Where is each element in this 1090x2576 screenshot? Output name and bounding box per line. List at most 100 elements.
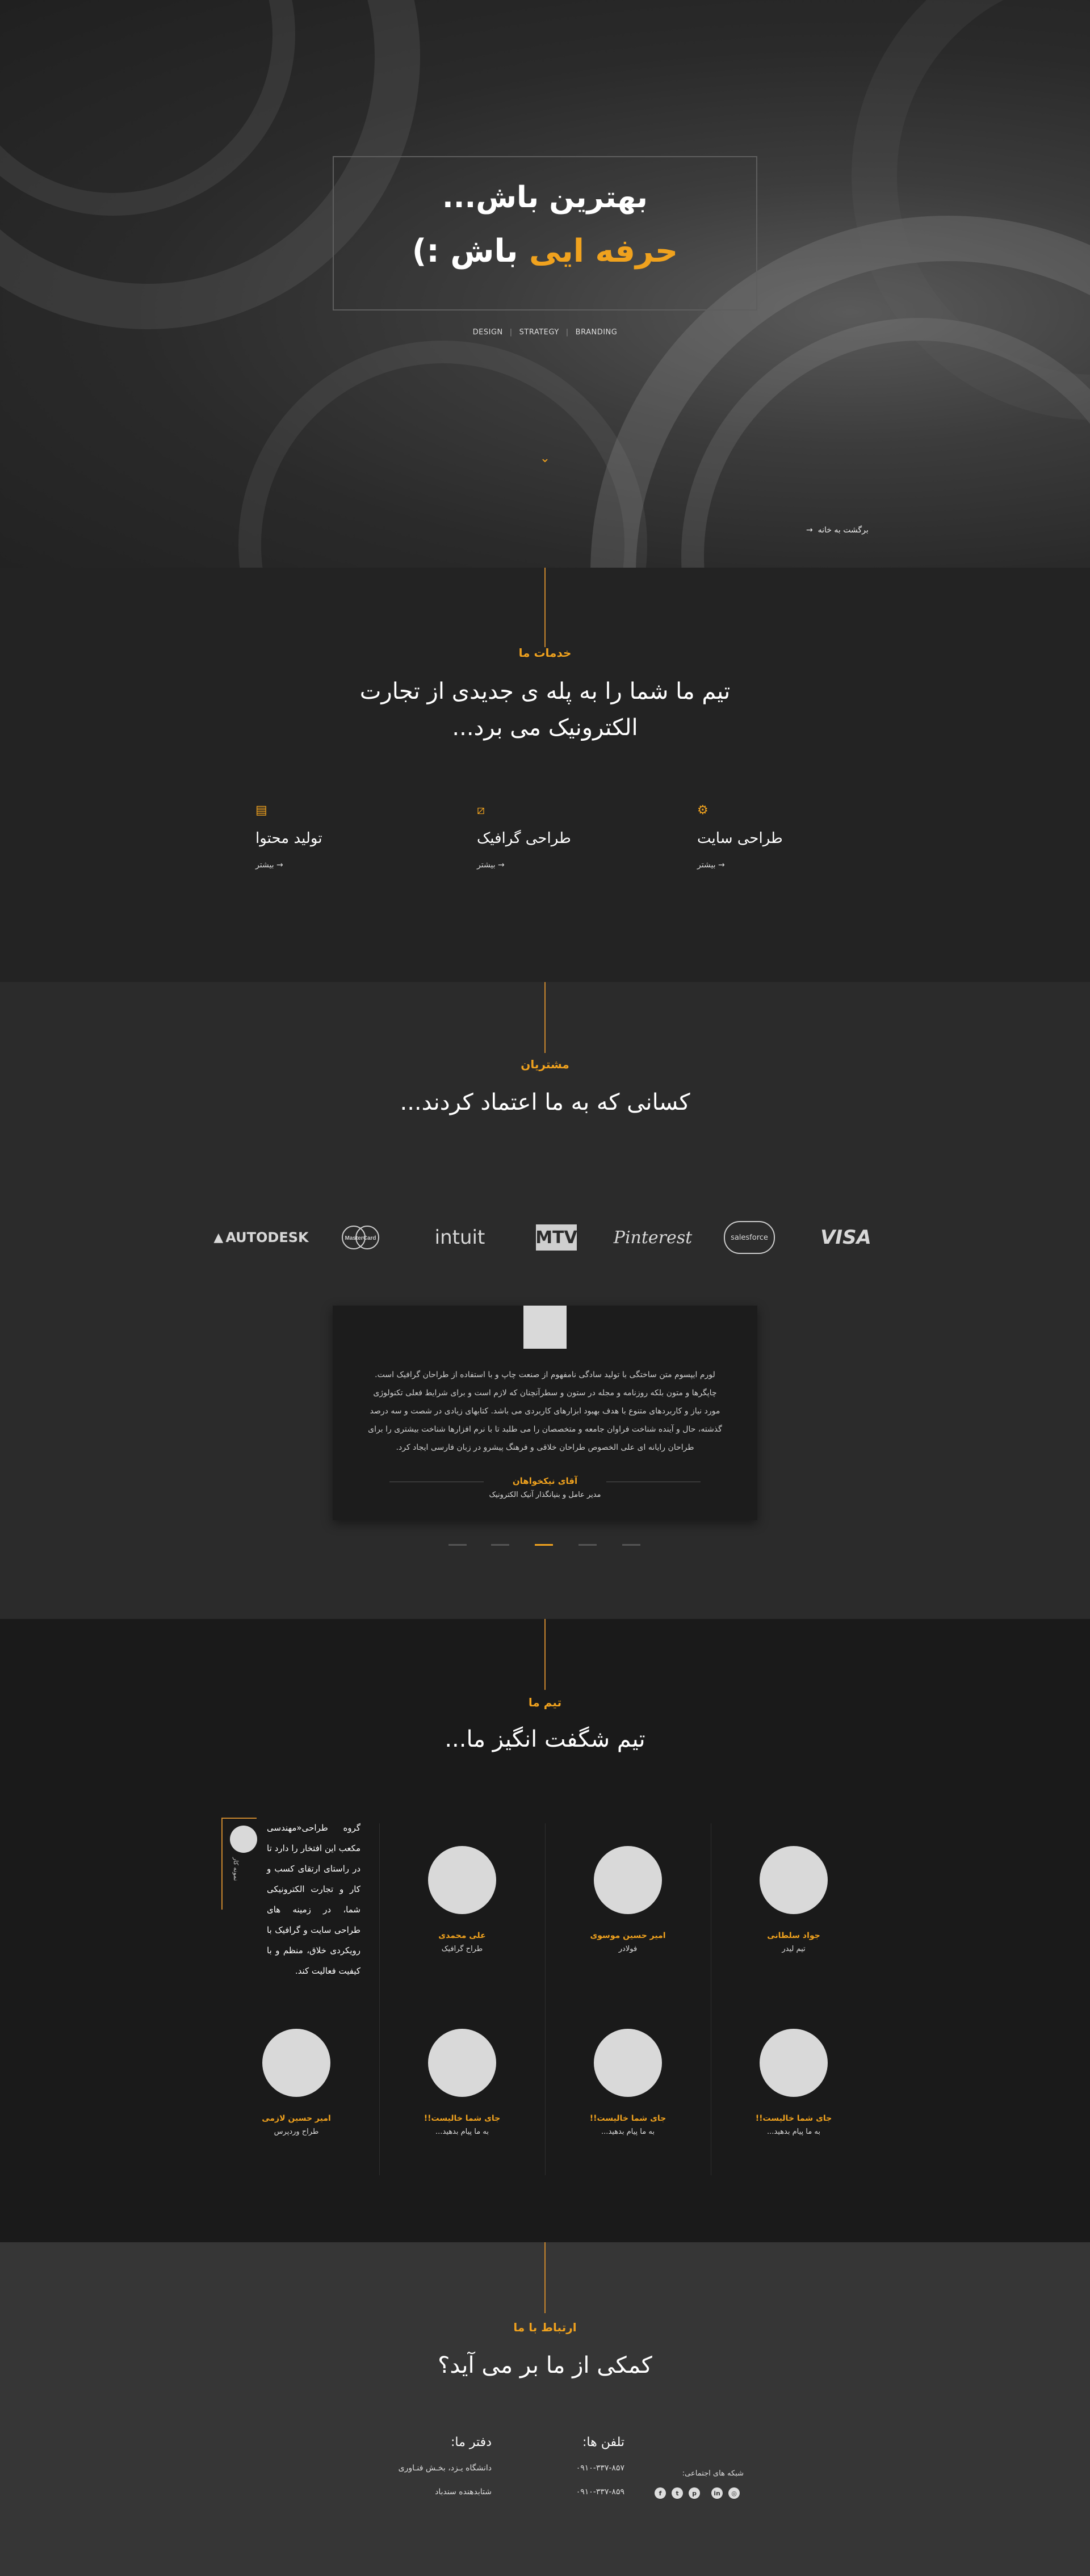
avatar [760, 2029, 828, 2097]
testimonial-text: لورم ایپسوم متن ساختگی با تولید سادگی نا… [368, 1370, 722, 1452]
member-role: طراح گرافیک [441, 1945, 483, 1953]
pinterest-logo[interactable]: Pinterest [613, 1215, 693, 1260]
tag-strategy: STRATEGY [519, 328, 559, 337]
tag-branding: BRANDING [575, 328, 618, 337]
autodesk-logo[interactable]: ▲ AUTODESK [213, 1215, 308, 1260]
back-to-home-label: برگشت به خانه [818, 526, 869, 535]
section-divider-line [544, 1619, 546, 1690]
phones-title: تلفن ها: [582, 2435, 624, 2449]
client-logos: ▲ AUTODESK MasterCard intuit MTV Pinteres… [213, 1215, 874, 1260]
service-more-link[interactable]: بیشتر → [255, 861, 403, 870]
facebook-icon[interactable]: f [655, 2487, 666, 2499]
member-role: فولادر [618, 1945, 638, 1953]
team-member-card[interactable]: جای شما خالیست!! به ما پیام بدهید... [545, 2029, 711, 2210]
service-title: طراحی سایت [697, 830, 783, 847]
background-arch [238, 341, 647, 568]
carousel-dot[interactable] [448, 1544, 467, 1546]
chevron-down-icon[interactable]: ⌄ [538, 451, 552, 465]
service-more-label: بیشتر [697, 861, 716, 870]
carousel-dot-active[interactable] [535, 1544, 553, 1546]
contact-section: ارتباط با ما کمکی از ما بر می آید؟ تلفن … [0, 2242, 1090, 2576]
service-more-link[interactable]: بیشتر → [697, 861, 845, 870]
salesforce-logo[interactable]: salesforce [721, 1215, 778, 1260]
graphic-design-icon: ⧄ [477, 803, 485, 817]
member-role: به ما پیام بدهید... [767, 2128, 820, 2136]
services-section: خدمات ما تیم ما شما را به پله ی جدیدی از… [0, 568, 1090, 982]
hero-title-line2: حرفه ایی باش :) [333, 233, 757, 270]
pinterest-icon[interactable]: p [689, 2487, 700, 2499]
service-title: تولید محتوا [255, 830, 322, 847]
contact-label: ارتباط با ما [513, 2321, 577, 2334]
avatar [760, 1846, 828, 1914]
hero-title-highlight: حرفه ایی [529, 233, 678, 270]
arrow-right-icon: → [498, 861, 505, 870]
hero-title-line1: بهترین باش... [442, 181, 648, 215]
linkedin-icon[interactable]: in [711, 2487, 723, 2499]
phone-number[interactable]: ۰۹۱۰-۳۳۷-۸۵۹ [568, 2487, 624, 2497]
section-divider-line [544, 2242, 546, 2313]
avatar [230, 1826, 257, 1853]
team-member-card[interactable]: جای شما خالیست!! به ما پیام بدهید... [711, 2029, 877, 2210]
back-to-home-link[interactable]: → برگشت به خانه [806, 526, 869, 535]
testimonial-role: مدیر عامل و بنیانگذار آنیک الکترونیک [489, 1491, 601, 1499]
carousel-dots [448, 1544, 642, 1547]
document-icon: ▤ [255, 803, 267, 817]
intro-vertical-text: نمونه کار [232, 1857, 240, 1881]
arrow-right-icon: → [806, 526, 813, 535]
contact-heading: کمکی از ما بر می آید؟ [438, 2352, 652, 2378]
hero-tags: DESIGN | STRATEGY | BRANDING [472, 328, 618, 337]
service-card-content: ▤ تولید محتوا بیشتر → [255, 803, 403, 870]
member-name: جواد سلطانی [767, 1931, 820, 1940]
member-name: جای شما خالیست!! [589, 2114, 666, 2123]
team-intro: نمونه کار گروه طراحی«مهندسی مکعب این افت… [219, 1818, 378, 1988]
avatar [594, 2029, 662, 2097]
team-member-card[interactable]: جواد سلطانی تیم لیدر [711, 1846, 877, 2028]
service-more-label: بیشتر [477, 861, 496, 870]
clients-label: مشتریان [521, 1058, 569, 1071]
mastercard-logo[interactable]: MasterCard [338, 1215, 383, 1260]
member-name: جای شما خالیست!! [424, 2114, 501, 2123]
arrow-right-icon: → [718, 861, 725, 870]
twitter-icon[interactable]: t [672, 2487, 683, 2499]
intuit-logo[interactable]: intuit [426, 1215, 494, 1260]
services-heading-line1: تیم ما شما را به پله ی جدیدی از تجارت [359, 678, 731, 704]
carousel-dot[interactable] [622, 1544, 640, 1546]
hero-section: بهترین باش... حرفه ایی باش :) DESIGN | STR… [0, 0, 1090, 568]
carousel-dot[interactable] [578, 1544, 597, 1546]
team-member-card[interactable]: علی محمدی طراح گرافیک [379, 1846, 545, 2028]
service-card-website: ⚙ طراحی سایت بیشتر → [697, 803, 845, 870]
arrow-right-icon: → [276, 861, 283, 870]
member-name: جای شما خالیست!! [755, 2114, 832, 2123]
services-heading: تیم ما شما را به پله ی جدیدی از تجارت ال… [318, 673, 772, 746]
tag-design: DESIGN [472, 328, 503, 337]
testimonial-photo [523, 1306, 567, 1349]
service-more-link[interactable]: بیشتر → [477, 861, 624, 870]
team-intro-text: گروه طراحی«مهندسی مکعب این افتخار را دار… [267, 1823, 360, 1976]
instagram-icon[interactable]: ◎ [728, 2487, 740, 2499]
service-more-label: بیشتر [255, 861, 274, 870]
phone-number[interactable]: ۰۹۱۰-۳۳۷-۸۵۷ [568, 2464, 624, 2473]
mastercard-circles: MasterCard [342, 1226, 379, 1249]
team-member-card[interactable]: جای شما خالیست!! به ما پیام بدهید... [379, 2029, 545, 2210]
mtv-logo[interactable]: MTV [534, 1215, 579, 1260]
member-name: امیر حسین لازمی [262, 2114, 331, 2123]
member-role: به ما پیام بدهید... [435, 2128, 489, 2136]
team-member-card[interactable]: امیر حسین لازمی طراح وردپرس [213, 2029, 379, 2210]
office-address: دانشگاه یـزد، بخـش فنـاوری [398, 2464, 492, 2473]
visa-logo[interactable]: VISA [818, 1215, 874, 1260]
svg-text:MasterCard: MasterCard [345, 1235, 376, 1241]
team-label: تیم ما [528, 1696, 562, 1709]
avatar [594, 1846, 662, 1914]
team-member-card[interactable]: امیر حسین موسوی فولادر [545, 1846, 711, 2028]
website-design-icon: ⚙ [697, 803, 708, 817]
social-title: شبکه های اجتماعی: [682, 2469, 744, 2478]
member-role: به ما پیام بدهید... [601, 2128, 655, 2136]
testimonial-card: لورم ایپسوم متن ساختگی با تولید سادگی نا… [333, 1306, 757, 1520]
clients-heading: کسانی که به ما اعتماد کردند... [400, 1089, 690, 1115]
services-label: خدمات ما [518, 646, 572, 660]
service-title: طراحی گرافیک [477, 830, 571, 847]
avatar [262, 2029, 330, 2097]
member-role: طراح وردپرس [274, 2128, 319, 2136]
carousel-dot[interactable] [491, 1544, 509, 1546]
testimonial-name: آقای نیکخواهان [512, 1476, 578, 1486]
